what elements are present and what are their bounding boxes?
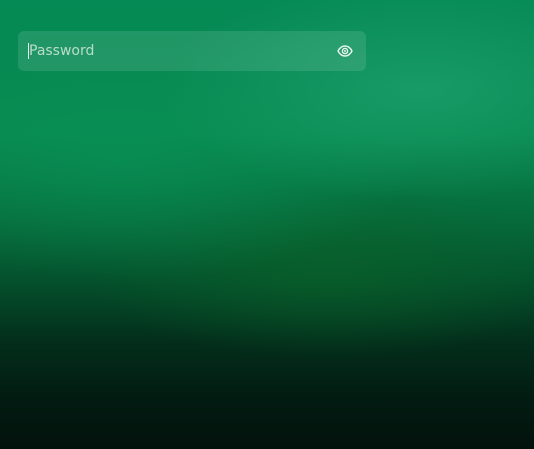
password-input[interactable]	[29, 31, 328, 71]
eye-icon	[337, 45, 353, 57]
reveal-password-button[interactable]	[334, 40, 356, 62]
password-field[interactable]	[18, 31, 366, 71]
